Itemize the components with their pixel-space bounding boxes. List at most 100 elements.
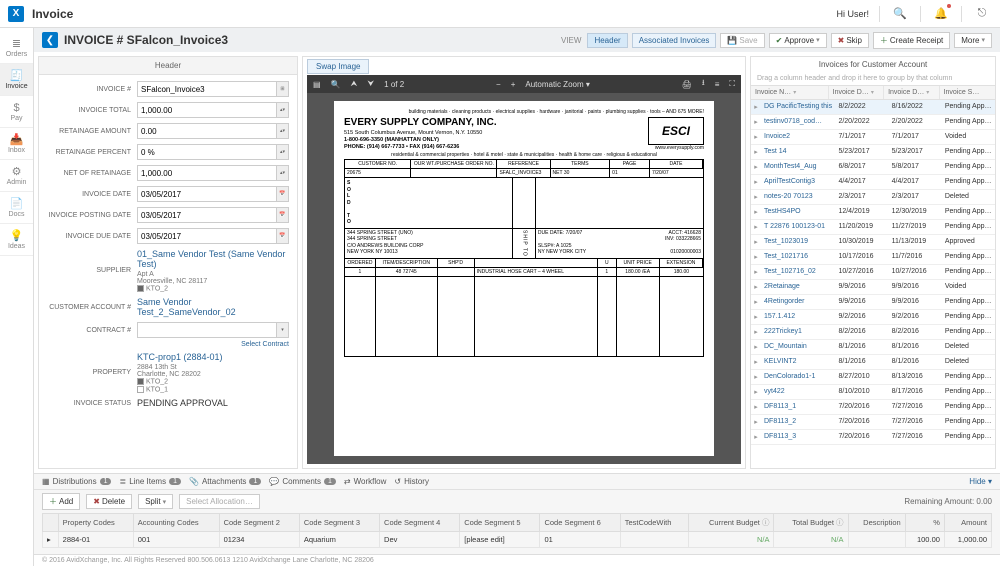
retainage-percent-input[interactable] <box>137 144 289 160</box>
invoice-link[interactable]: AprilTestContig3 <box>761 175 835 189</box>
invoice-link[interactable]: DenColorado1-1 <box>761 370 835 384</box>
grid-col[interactable]: Description <box>848 514 905 532</box>
invoice-link[interactable]: Test_1021716 <box>761 250 835 264</box>
retainage-amount-input[interactable] <box>137 123 289 139</box>
grid-col[interactable]: Property Codes <box>58 514 133 532</box>
grid-cell[interactable]: 1,000.00 <box>944 532 991 548</box>
invoice-row[interactable]: ▸Test_102716_0210/27/201610/27/2016Pendi… <box>751 265 995 280</box>
grid-col[interactable]: Code Segment 4 <box>380 514 460 532</box>
grid-col[interactable]: Total Budget ⓘ <box>774 514 848 532</box>
app-logo[interactable]: X <box>8 6 24 22</box>
btab-workflow[interactable]: ⇄Workflow <box>344 477 386 486</box>
expand-icon[interactable]: ▸ <box>751 175 761 189</box>
invoice-link[interactable]: DF8113_2 <box>761 415 835 429</box>
grid-cell[interactable]: N/A <box>689 532 774 548</box>
invoice-row[interactable]: ▸2Retainage9/9/20169/9/2016Voided <box>751 280 995 295</box>
page-up-icon[interactable]: ⮝ <box>351 79 358 89</box>
expand-icon[interactable]: ▸ <box>751 400 761 414</box>
expand-icon[interactable]: ▸ <box>751 235 761 249</box>
expand-icon[interactable]: ▸ <box>751 340 761 354</box>
invoice-link[interactable]: 222Trickey1 <box>761 325 835 339</box>
search-icon[interactable]: 🔍 <box>890 4 910 24</box>
invoice-link[interactable]: Invoice2 <box>761 130 835 144</box>
nav-inbox[interactable]: 📥Inbox <box>0 128 33 160</box>
add-row-button[interactable]: ＋Add <box>42 493 80 510</box>
print-icon[interactable]: 🖨 <box>682 80 692 89</box>
invoice-row[interactable]: ▸157.1.4129/2/20169/2/2016Pending Approv <box>751 310 995 325</box>
invoice-link[interactable]: TestHS4PO <box>761 205 835 219</box>
nav-ideas[interactable]: 💡Ideas <box>0 224 33 256</box>
grid-col[interactable]: Code Segment 2 <box>219 514 299 532</box>
grid-cell[interactable]: Dev <box>380 532 460 548</box>
invoice-row[interactable]: ▸MonthTest4_Aug6/8/20175/8/2017Pending A… <box>751 160 995 175</box>
invoice-row[interactable]: ▸TestHS4PO12/4/201912/30/2019Pending App… <box>751 205 995 220</box>
btab-attachments[interactable]: 📎Attachments1 <box>189 477 261 486</box>
invoice-link[interactable]: KELVINT2 <box>761 355 835 369</box>
sidebar-toggle-icon[interactable]: ▤ <box>313 80 321 89</box>
zoom-in-icon[interactable]: + <box>511 80 516 89</box>
invoice-row[interactable]: ▸T 22876 100123-0111/20/201911/27/2019Pe… <box>751 220 995 235</box>
invoice-number-input[interactable] <box>137 81 289 97</box>
nav-invoice[interactable]: 🧾Invoice <box>0 64 33 96</box>
notifications-icon[interactable]: 🔔 <box>931 4 951 24</box>
btab-line-items[interactable]: ≣Line Items1 <box>119 477 181 486</box>
btab-comments[interactable]: 💬Comments1 <box>269 477 336 486</box>
invoice-link[interactable]: testinv0718_cod… <box>761 115 835 129</box>
invoice-row[interactable]: ▸Test_102171610/17/201611/7/2016Pending … <box>751 250 995 265</box>
expand-icon[interactable]: ▸ <box>751 130 761 144</box>
download-icon[interactable]: ⭳ <box>702 77 705 91</box>
tab-header[interactable]: Header <box>587 33 627 48</box>
invoice-row[interactable]: ▸notes-20 701232/3/20172/3/2017Deleted <box>751 190 995 205</box>
tools-icon[interactable]: ≡ <box>715 80 720 89</box>
col-invoice-date1[interactable]: Invoice D…▾ <box>829 86 884 99</box>
grid-cell[interactable]: ▸ <box>43 532 59 548</box>
select-allocation-button[interactable]: Select Allocation… <box>179 494 260 509</box>
grid-col[interactable]: Code Segment 5 <box>460 514 540 532</box>
invoice-date-input[interactable] <box>137 186 289 202</box>
expand-icon[interactable]: ▸ <box>751 115 761 129</box>
invoice-link[interactable]: Test_1023019 <box>761 235 835 249</box>
calendar-icon[interactable]: 📅 <box>276 187 288 201</box>
invoice-link[interactable]: vyt422 <box>761 385 835 399</box>
fullscreen-icon[interactable]: ⛶ <box>729 79 735 89</box>
save-button[interactable]: 💾 Save <box>720 33 764 48</box>
create-receipt-button[interactable]: ＋ Create Receipt <box>873 32 950 49</box>
invoice-row[interactable]: ▸DC_Mountain8/1/20168/1/2016Deleted <box>751 340 995 355</box>
expand-icon[interactable]: ▸ <box>751 355 761 369</box>
grid-col[interactable]: TestCodeWith <box>620 514 688 532</box>
invoice-link[interactable]: DC_Mountain <box>761 340 835 354</box>
grid-col[interactable]: % <box>905 514 944 532</box>
expand-icon[interactable]: ▸ <box>751 310 761 324</box>
logout-icon[interactable]: ⎋ <box>972 4 992 24</box>
stepper-icon[interactable]: ▴▾ <box>276 166 288 180</box>
zoom-out-icon[interactable]: − <box>496 80 501 89</box>
invoice-row[interactable]: ▸Invoice27/1/20177/1/2017Voided <box>751 130 995 145</box>
supplier-link[interactable]: 01_Same Vendor Test (Same Vendor Test) <box>137 249 285 269</box>
grid-cell[interactable]: 100.00 <box>905 532 944 548</box>
property-link[interactable]: KTC-prop1 (2884-01) <box>137 352 223 362</box>
approve-button[interactable]: ✔ Approve ▾ <box>769 33 827 48</box>
search-in-pdf-icon[interactable]: 🔍 <box>331 80 341 89</box>
expand-icon[interactable]: ▸ <box>751 220 761 234</box>
expand-icon[interactable]: ▸ <box>751 385 761 399</box>
expand-icon[interactable]: ▸ <box>751 430 761 444</box>
grid-cell[interactable]: 01234 <box>219 532 299 548</box>
btab-history[interactable]: ↺History <box>394 477 429 486</box>
contract-input[interactable] <box>137 322 289 338</box>
invoice-row[interactable]: ▸DenColorado1-18/27/20108/13/2016Pending… <box>751 370 995 385</box>
grid-cell[interactable]: 001 <box>133 532 219 548</box>
grid-col[interactable]: Code Segment 6 <box>540 514 620 532</box>
expand-icon[interactable]: ▸ <box>751 280 761 294</box>
invoice-row[interactable]: ▸4Retingorder9/9/20169/9/2016Pending App… <box>751 295 995 310</box>
grid-col[interactable] <box>43 514 59 532</box>
delete-row-button[interactable]: ✖Delete <box>86 494 132 509</box>
invoice-link[interactable]: 4Retingorder <box>761 295 835 309</box>
invoice-row[interactable]: ▸Test 145/23/20175/23/2017Pending Approv <box>751 145 995 160</box>
calendar-icon[interactable]: 📅 <box>276 229 288 243</box>
invoice-link[interactable]: MonthTest4_Aug <box>761 160 835 174</box>
grid-col[interactable]: Accounting Codes <box>133 514 219 532</box>
invoice-link[interactable]: Test 14 <box>761 145 835 159</box>
back-button[interactable]: ❮ <box>42 32 58 48</box>
invoice-row[interactable]: ▸222Trickey18/2/20168/2/2016Pending Appr… <box>751 325 995 340</box>
nav-orders[interactable]: ≣Orders <box>0 32 33 64</box>
